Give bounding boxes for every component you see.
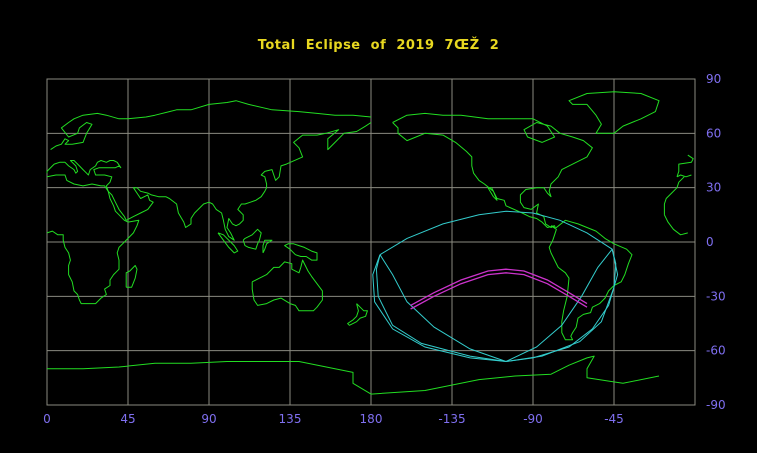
lat-tick-label: -30 xyxy=(706,289,726,303)
lat-tick-label: 90 xyxy=(706,72,721,86)
lon-tick-label: -135 xyxy=(438,412,465,426)
latitude-tick-labels: 90 60 30 0 -30 -60 -90 xyxy=(706,72,726,412)
eclipse-map: 90 135 180 -135 -90 -45 0 45 90 60 30 0 -30 -60 -90 xyxy=(43,72,726,426)
lat-tick-label: 30 xyxy=(706,181,721,195)
lon-tick-label: 0 xyxy=(43,412,51,426)
longitude-tick-labels: 90 135 180 -135 -90 -45 0 45 xyxy=(43,412,624,426)
lon-tick-label: -45 xyxy=(604,412,624,426)
lon-tick-label: 135 xyxy=(279,412,302,426)
lat-tick-label: 0 xyxy=(706,235,714,249)
lat-tick-label: -90 xyxy=(706,398,726,412)
lon-tick-label: 45 xyxy=(120,412,135,426)
lon-tick-label: -90 xyxy=(523,412,543,426)
lon-tick-label: 90 xyxy=(201,412,216,426)
lat-tick-label: -60 xyxy=(706,344,726,358)
lat-tick-label: 60 xyxy=(706,126,721,140)
lon-tick-label: 180 xyxy=(360,412,383,426)
